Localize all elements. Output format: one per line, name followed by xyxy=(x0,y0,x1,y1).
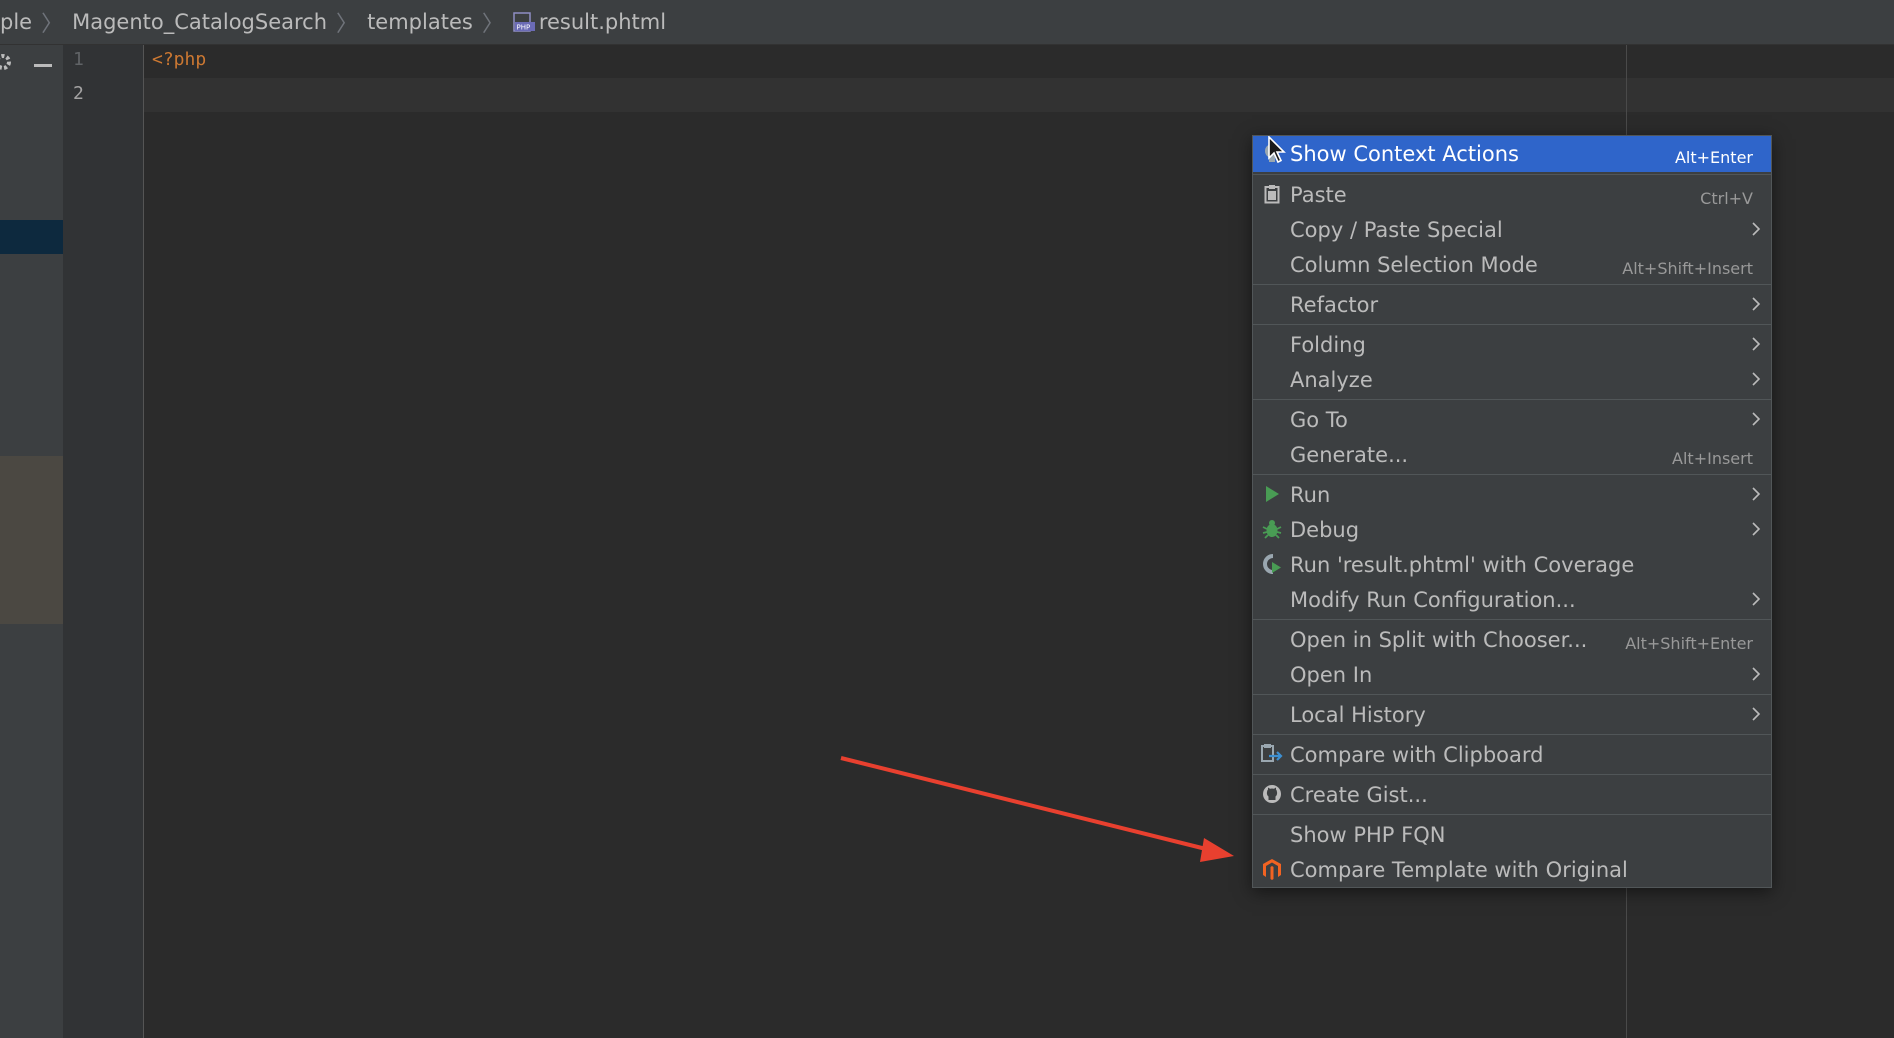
menu-item-refactor[interactable]: Refactor xyxy=(1253,287,1771,322)
mouse-cursor-icon xyxy=(1268,136,1286,164)
magento-icon xyxy=(1261,858,1283,880)
menu-item-analyze[interactable]: Analyze xyxy=(1253,362,1771,397)
menu-separator xyxy=(1253,284,1771,285)
menu-item-label: Compare Template with Original xyxy=(1290,857,1628,882)
chevron-right-icon xyxy=(1749,218,1763,240)
menu-item-compare-with-clipboard[interactable]: Compare with Clipboard xyxy=(1253,737,1771,772)
menu-item-shortcut: Ctrl+V xyxy=(1700,189,1753,208)
selected-tree-row[interactable] xyxy=(0,220,63,254)
coverage-icon xyxy=(1261,553,1283,575)
menu-item-label: Modify Run Configuration... xyxy=(1290,587,1576,612)
menu-item-label: Analyze xyxy=(1290,367,1373,392)
line-number-current: 2 xyxy=(73,83,84,104)
menu-separator xyxy=(1253,474,1771,475)
menu-item-label: Run xyxy=(1290,482,1331,507)
menu-separator xyxy=(1253,399,1771,400)
menu-item-run[interactable]: Run xyxy=(1253,477,1771,512)
line-number-gutter: 1 2 xyxy=(63,45,144,1038)
menu-item-compare-template-with-original[interactable]: Compare Template with Original xyxy=(1253,852,1771,887)
menu-item-label: Copy / Paste Special xyxy=(1290,217,1503,242)
breadcrumb-item-catalogsearch[interactable]: Magento_CatalogSearch xyxy=(72,10,327,34)
menu-separator xyxy=(1253,694,1771,695)
breadcrumb-item-module[interactable]: ple xyxy=(0,10,32,34)
breadcrumb-label: templates xyxy=(367,10,473,34)
menu-item-label: Open in Split with Chooser... xyxy=(1290,627,1588,652)
svg-text:PHP: PHP xyxy=(516,24,530,32)
menu-item-label: Paste xyxy=(1290,182,1347,207)
menu-item-label: Generate... xyxy=(1290,442,1409,467)
menu-item-show-php-fqn[interactable]: Show PHP FQN xyxy=(1253,817,1771,852)
chevron-right-icon xyxy=(1749,663,1763,685)
menu-item-copy-paste-special[interactable]: Copy / Paste Special xyxy=(1253,212,1771,247)
highlighted-panel-region xyxy=(0,456,63,624)
chevron-right-icon xyxy=(1749,408,1763,430)
breadcrumb-label: Magento_CatalogSearch xyxy=(72,10,328,34)
github-icon xyxy=(1261,783,1283,805)
menu-item-create-gist[interactable]: Create Gist... xyxy=(1253,777,1771,812)
menu-item-local-history[interactable]: Local History xyxy=(1253,697,1771,732)
menu-item-label: Run 'result.phtml' with Coverage xyxy=(1290,552,1635,577)
menu-item-label: Open In xyxy=(1290,662,1373,687)
chevron-right-icon xyxy=(1749,333,1763,355)
ide-window: ple 〉 Magento_CatalogSearch 〉 templates … xyxy=(0,0,1894,1038)
chevron-right-icon xyxy=(1749,703,1763,725)
menu-item-label: Show Context Actions xyxy=(1290,142,1519,166)
menu-item-shortcut: Alt+Insert xyxy=(1672,449,1753,468)
chevron-right-icon xyxy=(1749,483,1763,505)
caret-row-highlight xyxy=(144,78,1894,112)
line-number: 1 xyxy=(73,49,84,70)
chevron-right-icon xyxy=(1749,518,1763,540)
menu-separator xyxy=(1253,814,1771,815)
menu-item-open-in-split[interactable]: Open in Split with Chooser... Alt+Shift+… xyxy=(1253,622,1771,657)
breadcrumb-separator-icon: 〉 xyxy=(481,12,504,37)
chevron-right-icon xyxy=(1749,588,1763,610)
gear-icon[interactable] xyxy=(0,51,14,73)
editor-context-menu: Show Context Actions Alt+Enter Paste Ctr… xyxy=(1252,135,1772,888)
menu-item-label: Create Gist... xyxy=(1290,782,1428,807)
menu-separator xyxy=(1253,619,1771,620)
php-file-icon: PHP xyxy=(513,12,535,32)
menu-separator xyxy=(1253,174,1771,175)
menu-item-shortcut: Alt+Enter xyxy=(1674,148,1753,167)
menu-item-label: Go To xyxy=(1290,407,1348,432)
menu-item-label: Debug xyxy=(1290,517,1360,542)
menu-separator xyxy=(1253,734,1771,735)
clipboard-icon xyxy=(1261,183,1283,205)
breadcrumb: ple 〉 Magento_CatalogSearch 〉 templates … xyxy=(0,0,1894,45)
menu-separator xyxy=(1253,774,1771,775)
run-icon xyxy=(1261,483,1283,505)
breadcrumb-item-templates[interactable]: templates xyxy=(367,10,473,34)
chevron-right-icon xyxy=(1749,293,1763,315)
breadcrumb-separator-icon: 〉 xyxy=(336,12,359,37)
menu-item-go-to[interactable]: Go To xyxy=(1253,402,1771,437)
menu-item-folding[interactable]: Folding xyxy=(1253,327,1771,362)
menu-item-label: Folding xyxy=(1290,332,1366,357)
menu-item-label: Refactor xyxy=(1290,292,1379,317)
menu-item-generate[interactable]: Generate... Alt+Insert xyxy=(1253,437,1771,472)
tool-window-strip xyxy=(0,45,63,1038)
menu-item-label: Show PHP FQN xyxy=(1290,822,1446,847)
menu-item-paste[interactable]: Paste Ctrl+V xyxy=(1253,177,1771,212)
minus-icon[interactable] xyxy=(34,64,52,67)
menu-item-shortcut: Alt+Shift+Insert xyxy=(1622,259,1753,278)
menu-item-column-selection-mode[interactable]: Column Selection Mode Alt+Shift+Insert xyxy=(1253,247,1771,282)
code-line-php-open-tag[interactable]: <?php xyxy=(152,49,206,70)
chevron-right-icon xyxy=(1749,368,1763,390)
menu-item-debug[interactable]: Debug xyxy=(1253,512,1771,547)
menu-item-label: Compare with Clipboard xyxy=(1290,742,1544,767)
menu-separator xyxy=(1253,324,1771,325)
menu-item-label: Column Selection Mode xyxy=(1290,252,1538,277)
breadcrumb-label: result.phtml xyxy=(538,10,667,34)
breadcrumb-item-file[interactable]: PHP result.phtml xyxy=(513,10,666,34)
menu-item-run-with-coverage[interactable]: Run 'result.phtml' with Coverage xyxy=(1253,547,1771,582)
menu-item-open-in[interactable]: Open In xyxy=(1253,657,1771,692)
menu-item-label: Local History xyxy=(1290,702,1426,727)
debug-icon xyxy=(1261,518,1283,540)
menu-item-modify-run-configuration[interactable]: Modify Run Configuration... xyxy=(1253,582,1771,617)
breadcrumb-separator-icon: 〉 xyxy=(41,12,64,37)
compare-icon xyxy=(1261,743,1283,765)
menu-item-show-context-actions[interactable]: Show Context Actions Alt+Enter xyxy=(1253,136,1771,172)
breadcrumb-label: ple xyxy=(0,10,33,34)
menu-item-shortcut: Alt+Shift+Enter xyxy=(1625,634,1753,653)
